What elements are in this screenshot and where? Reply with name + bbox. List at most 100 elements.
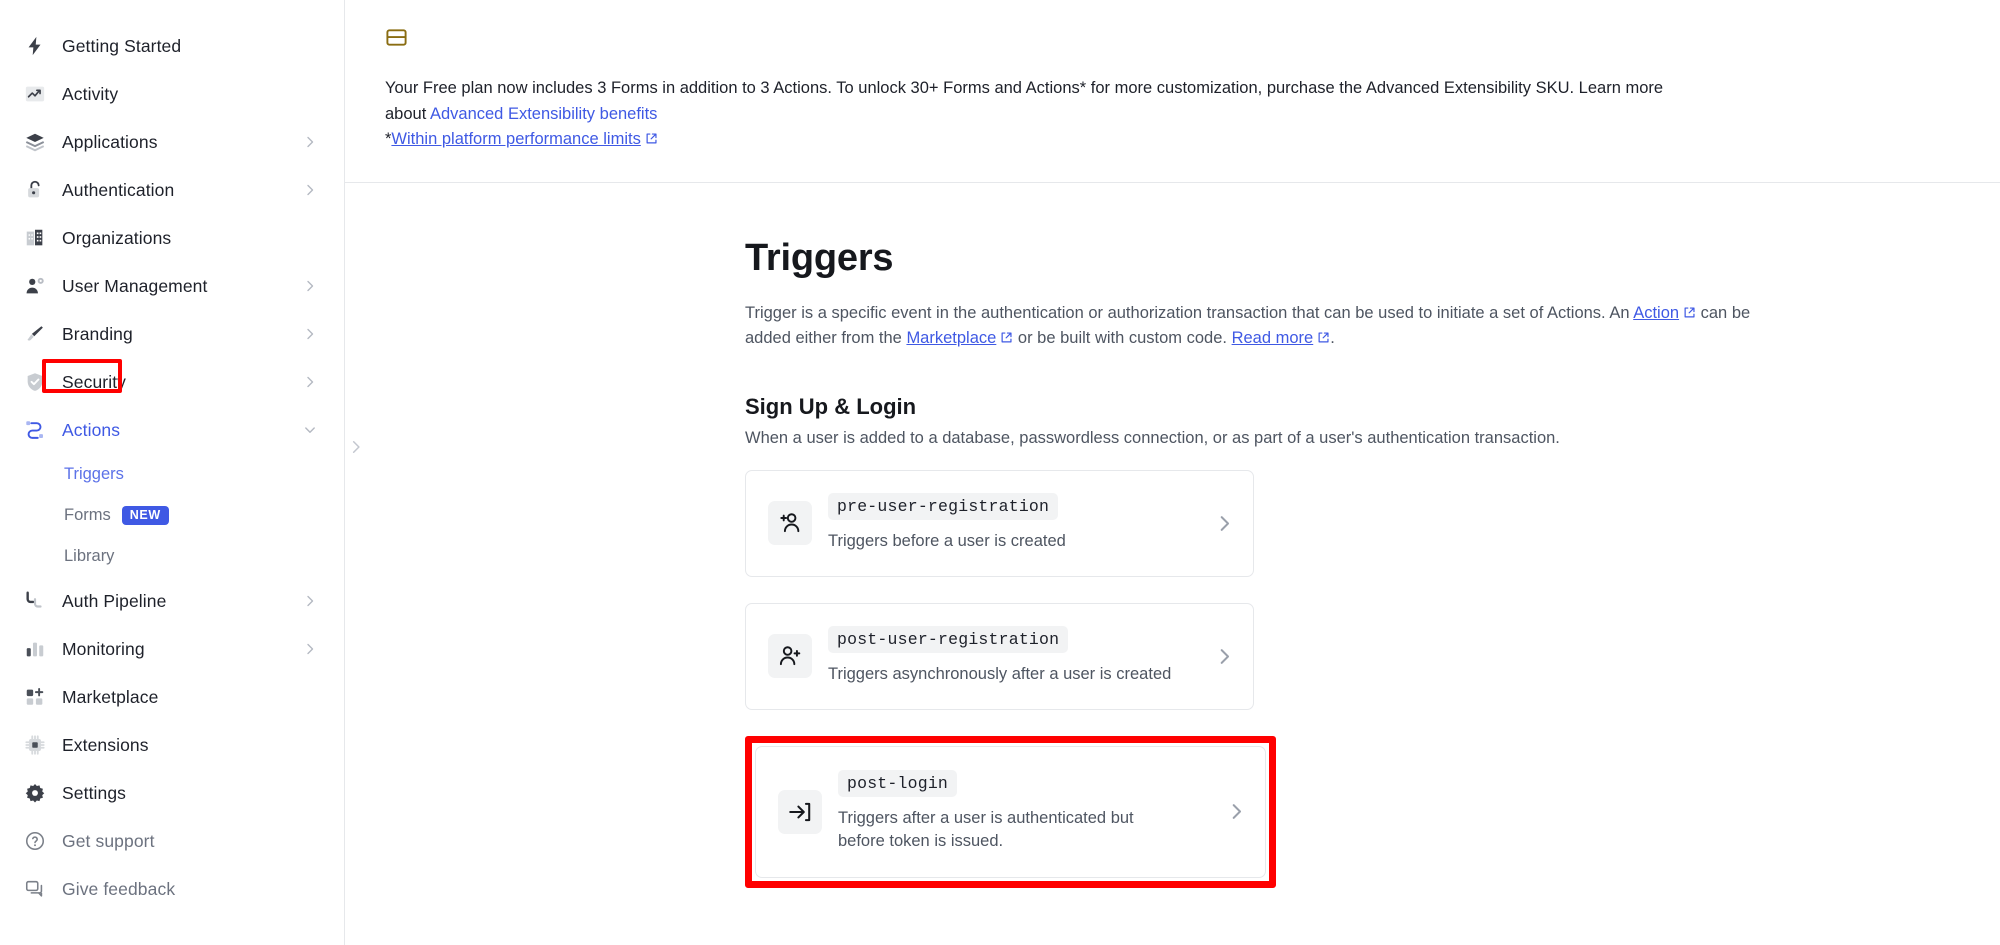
sidebar-item-label: Settings [62,782,127,803]
trigger-card-post-login[interactable]: post-login Triggers after a user is auth… [755,745,1266,878]
sidebar-item-label: Applications [62,131,158,152]
banner-text-block: Your Free plan now includes 3 Forms in a… [385,76,1885,154]
brush-icon [22,321,48,347]
sidebar-item-monitoring[interactable]: Monitoring [0,625,344,673]
user-gear-icon [22,273,48,299]
sidebar-item-forms[interactable]: Forms NEW [0,495,344,536]
banner-line-1: Your Free plan now includes 3 Forms in a… [385,79,1664,97]
trigger-card-post-user-registration[interactable]: post-user-registration Triggers asynchro… [745,602,1254,710]
sidebar-item-label: User Management [62,275,208,296]
sidebar-item-get-support[interactable]: Get support [0,817,344,865]
marketplace-plus-icon [22,684,48,710]
bolt-icon [22,33,48,59]
external-link-icon [645,128,658,154]
chevron-right-icon [1218,803,1245,820]
gear-icon [22,780,48,806]
login-arrow-icon [778,789,822,834]
sidebar-item-label: Monitoring [62,638,145,659]
announcement-card-icon [385,26,1960,54]
chevron-right-icon [304,643,316,655]
trigger-name-chip: post-login [838,769,958,797]
lock-icon [22,177,48,203]
sidebar-item-label: Marketplace [62,686,159,707]
pipeline-icon [22,588,48,614]
sidebar-item-branding[interactable]: Branding [0,310,344,358]
user-plus-left-icon [768,501,812,546]
sidebar-item-user-management[interactable]: User Management [0,262,344,310]
actions-flow-icon [22,417,48,443]
external-link-icon [1317,328,1330,352]
layers-icon [22,129,48,155]
action-link[interactable]: Action [1633,304,1679,322]
section-title-signup-login: Sign Up & Login [745,393,917,419]
sidebar-item-label: Security [62,371,127,392]
sidebar-item-label: Branding [62,323,133,344]
read-more-link[interactable]: Read more [1232,329,1314,347]
page-desc-part-1: Trigger is a specific event in the authe… [745,303,1634,322]
sidebar-item-marketplace[interactable]: Marketplace [0,673,344,721]
triggers-page: Triggers Trigger is a specific event in … [345,183,2000,888]
platform-performance-limits-link[interactable]: Within platform performance limits [391,130,640,148]
trigger-card-description: Triggers before a user is created [828,531,1066,550]
trigger-name-chip: post-user-registration [828,625,1069,653]
new-badge: NEW [121,506,169,525]
sidebar-item-give-feedback[interactable]: Give feedback [0,865,344,913]
sidebar-item-organizations[interactable]: Organizations [0,214,344,262]
sidebar-item-triggers[interactable]: Triggers [0,454,344,495]
sidebar-item-label: Actions [62,419,121,440]
banner-line-2-prefix: about [385,104,430,123]
sidebar-item-label: Activity [62,83,119,104]
sidebar-item-label: Give feedback [62,878,176,899]
sidebar-item-auth-pipeline[interactable]: Auth Pipeline [0,577,344,625]
trigger-card-body: post-user-registration Triggers asynchro… [828,625,1206,686]
sidebar-item-security[interactable]: Security [0,358,344,406]
page-title: Triggers [745,236,894,279]
trigger-card-body: post-login Triggers after a user is auth… [838,769,1218,854]
section-description: When a user is added to a database, pass… [745,428,1560,447]
plan-announcement-banner: Your Free plan now includes 3 Forms in a… [345,0,2000,183]
sidebar-item-library[interactable]: Library [0,536,344,577]
activity-chart-icon [22,81,48,107]
sidebar-item-extensions[interactable]: Extensions [0,721,344,769]
marketplace-link[interactable]: Marketplace [906,329,996,347]
app-root: Getting Started Activity Applications Au… [0,0,2000,945]
sidebar-item-label: Auth Pipeline [62,590,167,611]
trigger-card-pre-user-registration[interactable]: pre-user-registration Triggers before a … [745,469,1254,577]
building-icon [22,225,48,251]
trigger-card-body: pre-user-registration Triggers before a … [828,492,1206,553]
sidebar: Getting Started Activity Applications Au… [0,0,345,945]
sidebar-subitem-label: Triggers [64,465,124,483]
sidebar-subitem-label: Library [64,547,115,565]
sidebar-collapse-chevron-icon[interactable] [349,440,363,459]
question-circle-icon [22,828,48,854]
user-plus-right-icon [768,634,812,679]
sidebar-item-settings[interactable]: Settings [0,769,344,817]
sidebar-item-label: Getting Started [62,35,182,56]
chevron-right-icon [304,136,316,148]
bar-chart-icon [22,636,48,662]
page-desc-part-4: . [1330,328,1335,347]
external-link-icon [1000,328,1013,352]
chevron-right-icon [304,376,316,388]
page-description: Trigger is a specific event in the authe… [745,302,1795,352]
external-link-icon [1683,303,1696,327]
shield-check-icon [22,369,48,395]
trigger-card-row-2: post-login Triggers after a user is auth… [745,735,1788,888]
sidebar-item-authentication[interactable]: Authentication [0,166,344,214]
sidebar-item-activity[interactable]: Activity [0,70,344,118]
chevron-right-icon [1206,515,1233,532]
main-content: Your Free plan now includes 3 Forms in a… [345,0,2000,945]
sidebar-item-label: Extensions [62,734,149,755]
chevron-down-icon [304,424,316,436]
sidebar-item-applications[interactable]: Applications [0,118,344,166]
trigger-name-chip: pre-user-registration [828,492,1059,520]
feedback-bubbles-icon [22,876,48,902]
advanced-extensibility-benefits-link[interactable]: Advanced Extensibility benefits [430,105,657,123]
sidebar-item-actions[interactable]: Actions [0,406,344,454]
trigger-card-grid: pre-user-registration Triggers before a … [745,469,1788,710]
sidebar-item-getting-started[interactable]: Getting Started [0,22,344,70]
chevron-right-icon [304,595,316,607]
trigger-card-description: Triggers asynchronously after a user is … [828,664,1172,683]
sidebar-item-label: Get support [62,830,155,851]
highlight-box-post-login: post-login Triggers after a user is auth… [745,735,1276,888]
